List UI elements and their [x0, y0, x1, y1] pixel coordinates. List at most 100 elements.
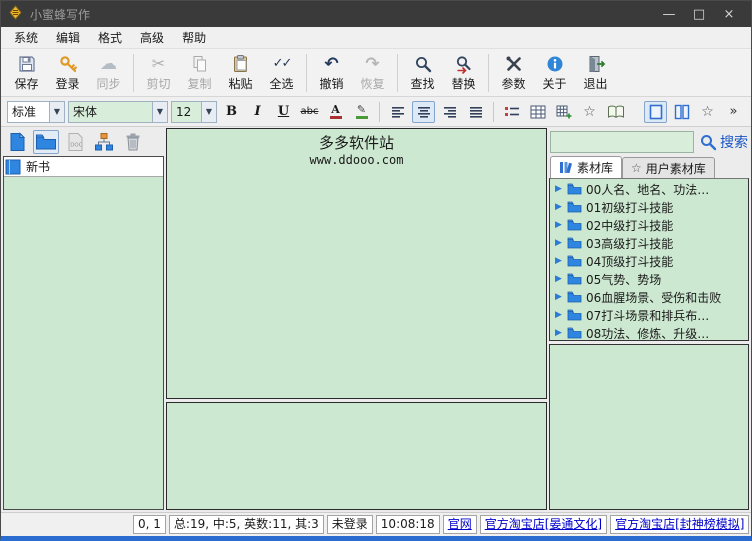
- expand-triangle-icon[interactable]: ▶: [555, 220, 563, 230]
- font-color-swatch: [330, 116, 342, 119]
- new-book-button[interactable]: [4, 130, 30, 154]
- expand-triangle-icon[interactable]: ▶: [555, 238, 563, 248]
- taobao-store-link-1[interactable]: 官方淘宝店[晏通文化]: [480, 515, 607, 534]
- maximize-button[interactable]: □: [684, 1, 714, 27]
- undo-button[interactable]: ↶ 撤销: [311, 51, 352, 95]
- expand-triangle-icon[interactable]: ▶: [555, 292, 563, 302]
- menu-edit[interactable]: 编辑: [47, 27, 89, 48]
- read-mode-button[interactable]: [604, 101, 627, 123]
- expand-triangle-icon[interactable]: ▶: [555, 202, 563, 212]
- expand-triangle-icon[interactable]: ▶: [555, 256, 563, 266]
- book-icon: [5, 159, 21, 175]
- format-toolbar: 标准 ▼ 宋体 ▼ 12 ▼ B I U abc A ✎: [1, 97, 751, 127]
- material-folder-row[interactable]: ▶ 01初级打斗技能: [550, 198, 748, 216]
- paste-clipboard-icon: [231, 53, 251, 74]
- material-folder-row[interactable]: ▶ 06血腥场景、受伤和击败: [550, 288, 748, 306]
- save-button[interactable]: 保存: [6, 51, 47, 95]
- params-button[interactable]: 参数: [493, 51, 534, 95]
- taobao-store-link-2[interactable]: 官方淘宝店[封神榜模拟]: [610, 515, 749, 534]
- two-column-view-button[interactable]: [670, 101, 693, 123]
- material-folder-row[interactable]: ▶ 04顶级打斗技能: [550, 252, 748, 270]
- close-button[interactable]: ×: [714, 1, 744, 27]
- search-magnifier-icon: [699, 133, 717, 151]
- favorite-button[interactable]: ☆: [578, 101, 601, 123]
- undo-arrow-icon: ↶: [324, 53, 338, 74]
- expand-triangle-icon[interactable]: ▶: [555, 184, 563, 194]
- single-page-view-button[interactable]: [644, 101, 667, 123]
- align-justify-icon: [468, 105, 484, 119]
- redo-arrow-icon: ↷: [365, 53, 379, 74]
- chevron-down-icon[interactable]: ▼: [152, 102, 167, 122]
- doc-file-icon: DOC: [65, 132, 85, 152]
- official-site-link[interactable]: 官网: [443, 515, 477, 534]
- replace-button[interactable]: 替换: [443, 51, 484, 95]
- material-folder-row[interactable]: ▶ 05气势、势场: [550, 270, 748, 288]
- new-document-icon: [7, 132, 27, 152]
- select-all-button[interactable]: ✓✓ 全选: [261, 51, 302, 95]
- symbol-grid-icon: [556, 105, 572, 119]
- align-justify-button[interactable]: [464, 101, 487, 123]
- statusbar: 0, 1 总:19, 中:5, 英数:11, 其:3 未登录 10:08:18 …: [1, 512, 751, 536]
- underline-button[interactable]: U: [272, 101, 295, 123]
- material-search-input[interactable]: [550, 131, 694, 153]
- align-left-button[interactable]: [386, 101, 409, 123]
- font-size-combo[interactable]: 12 ▼: [171, 101, 217, 123]
- material-preview-panel[interactable]: [549, 344, 749, 510]
- favorite-view-button[interactable]: ☆: [696, 101, 719, 123]
- search-button[interactable]: 搜索: [699, 132, 748, 152]
- menu-help[interactable]: 帮助: [173, 27, 215, 48]
- paste-button[interactable]: 粘贴: [220, 51, 261, 95]
- menu-format[interactable]: 格式: [89, 27, 131, 48]
- paragraph-style-combo[interactable]: 标准 ▼: [7, 101, 65, 123]
- about-button[interactable]: 关于: [534, 51, 575, 95]
- exit-button[interactable]: 退出: [575, 51, 616, 95]
- open-book-button[interactable]: [33, 130, 59, 154]
- save-label: 保存: [14, 75, 38, 92]
- material-folder-row[interactable]: ▶ 02中级打斗技能: [550, 216, 748, 234]
- material-folder-row[interactable]: ▶ 00人名、地名、功法…: [550, 180, 748, 198]
- login-button[interactable]: 登录: [47, 51, 88, 95]
- insert-table-button[interactable]: [526, 101, 549, 123]
- chevron-down-icon[interactable]: ▼: [201, 102, 216, 122]
- align-right-button[interactable]: [438, 101, 461, 123]
- material-folder-label: 08功法、修炼、升级…: [586, 325, 709, 342]
- strikethrough-button[interactable]: abc: [298, 101, 321, 123]
- minimize-button[interactable]: —: [654, 1, 684, 27]
- highlight-swatch: [356, 116, 368, 119]
- expand-triangle-icon[interactable]: ▶: [555, 274, 563, 284]
- font-color-button[interactable]: A: [324, 101, 347, 123]
- tab-material-library[interactable]: 素材库: [550, 156, 622, 178]
- align-center-button[interactable]: [412, 101, 435, 123]
- find-magnifier-icon: [413, 53, 433, 74]
- material-folder-row[interactable]: ▶ 08功法、修炼、升级…: [550, 324, 748, 341]
- menu-advanced[interactable]: 高级: [131, 27, 173, 48]
- find-label: 查找: [410, 75, 434, 92]
- copy-label: 复制: [187, 75, 211, 92]
- notes-editor[interactable]: [166, 402, 547, 510]
- toolbar-overflow-button[interactable]: »: [722, 101, 745, 123]
- chevron-down-icon[interactable]: ▼: [49, 102, 64, 122]
- bullet-list-button[interactable]: [500, 101, 523, 123]
- undo-label: 撤销: [319, 75, 343, 92]
- main-editor[interactable]: 多多软件站 www.ddooo.com: [166, 128, 547, 399]
- font-family-combo[interactable]: 宋体 ▼: [68, 101, 168, 123]
- expand-triangle-icon[interactable]: ▶: [555, 310, 563, 320]
- book-list-item[interactable]: 新书: [4, 157, 163, 177]
- open-folder-icon: [35, 133, 57, 151]
- chapter-tree-button[interactable]: [91, 130, 117, 154]
- align-left-icon: [390, 105, 406, 119]
- align-right-icon: [442, 105, 458, 119]
- bold-button[interactable]: B: [220, 101, 243, 123]
- material-folder-row[interactable]: ▶ 03高级打斗技能: [550, 234, 748, 252]
- find-button[interactable]: 查找: [402, 51, 443, 95]
- menu-system[interactable]: 系统: [5, 27, 47, 48]
- paste-label: 粘贴: [228, 75, 252, 92]
- material-folder-row[interactable]: ▶ 07打斗场景和排兵布…: [550, 306, 748, 324]
- watermark-url: www.ddooo.com: [167, 153, 546, 167]
- expand-triangle-icon[interactable]: ▶: [555, 328, 563, 338]
- italic-button[interactable]: I: [246, 101, 269, 123]
- tab-user-material-library[interactable]: ☆ 用户素材库: [622, 157, 715, 178]
- highlight-button[interactable]: ✎: [350, 101, 373, 123]
- insert-symbol-button[interactable]: [552, 101, 575, 123]
- delete-book-button[interactable]: [120, 130, 146, 154]
